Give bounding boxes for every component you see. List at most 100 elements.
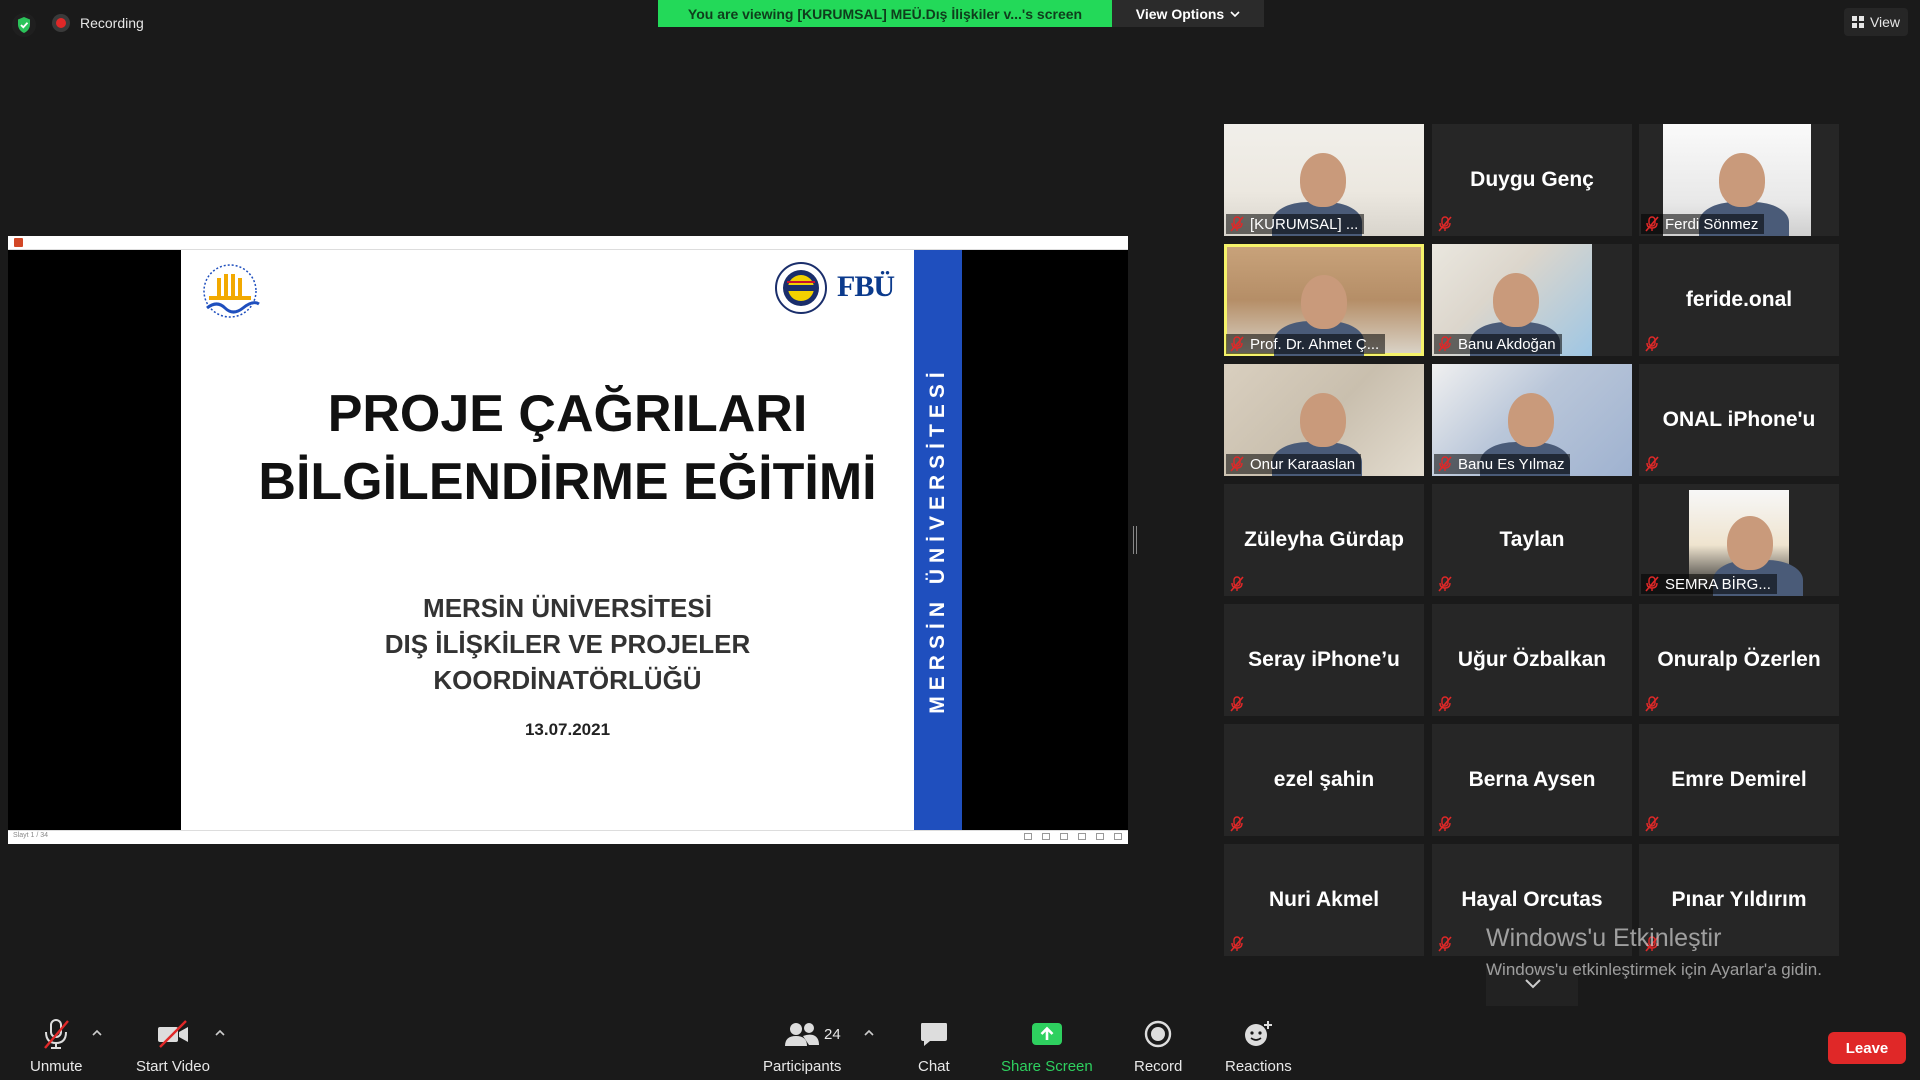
chat-button[interactable]: Chat — [918, 1016, 950, 1075]
participant-label: Banu Akdoğan — [1434, 334, 1562, 354]
leave-button[interactable]: Leave — [1828, 1032, 1906, 1064]
share-screen-button[interactable]: Share Screen — [1001, 1016, 1093, 1075]
mic-off-icon — [1645, 456, 1659, 472]
participant-tile[interactable]: SEMRA BİRG... — [1639, 484, 1839, 596]
participant-tile[interactable]: Onur Karaaslan — [1224, 364, 1424, 476]
participant-tile[interactable]: Duygu Genç — [1432, 124, 1632, 236]
view-layout-button[interactable]: View — [1844, 8, 1908, 36]
participant-label: [KURUMSAL] ... — [1226, 214, 1365, 234]
view-options-label: View Options — [1135, 5, 1225, 22]
presentation-control-icon[interactable] — [1096, 833, 1104, 840]
presentation-titlebar — [8, 236, 1128, 250]
participant-name: SEMRA BİRG... — [1665, 575, 1771, 593]
mic-off-icon — [1438, 456, 1452, 472]
participant-tile[interactable]: [KURUMSAL] ... — [1224, 124, 1424, 236]
camera-off-icon — [156, 1016, 190, 1052]
mic-off-icon — [1645, 696, 1659, 712]
mic-off-icon — [1438, 936, 1452, 952]
presentation-control-icon[interactable] — [1024, 833, 1032, 840]
participant-name: Hayal Orcutas — [1461, 888, 1603, 911]
participant-label: Banu Es Yılmaz — [1434, 454, 1571, 474]
grid-icon — [1851, 16, 1864, 28]
participant-name: Duygu Genç — [1470, 168, 1594, 191]
slide-date: 13.07.2021 — [524, 720, 611, 739]
participant-tile[interactable]: Ferdi Sönmez — [1639, 124, 1839, 236]
mic-off-icon — [1438, 216, 1452, 232]
start-video-label: Start Video — [136, 1058, 210, 1075]
participant-name: ezel şahin — [1273, 768, 1375, 791]
participant-name: Onur Karaaslan — [1250, 455, 1356, 473]
participant-name: Seray iPhone’u — [1248, 648, 1400, 671]
recording-indicator[interactable]: Recording — [52, 14, 144, 32]
security-shield-icon[interactable] — [12, 13, 36, 37]
participant-name: Ferdi Sönmez — [1665, 215, 1759, 233]
participant-name: Nuri Akmel — [1268, 888, 1380, 911]
participant-name: Berna Aysen — [1468, 768, 1596, 791]
chat-bubble-icon — [919, 1016, 949, 1052]
smiley-plus-icon — [1242, 1016, 1274, 1052]
presentation-control-icon[interactable] — [1078, 833, 1086, 840]
mic-off-icon — [1645, 576, 1659, 592]
view-button-label: View — [1869, 14, 1901, 30]
windows-activation-title: Windows'u Etkinleştir — [1486, 924, 1722, 952]
recording-label: Recording — [80, 15, 144, 31]
record-button[interactable]: Record — [1134, 1016, 1182, 1075]
mic-off-icon — [1230, 696, 1244, 712]
view-options-button[interactable]: View Options — [1112, 0, 1264, 27]
mic-off-icon — [1645, 336, 1659, 352]
participant-tile[interactable]: ONAL iPhone'u — [1639, 364, 1839, 476]
mic-off-icon — [1438, 576, 1452, 592]
presentation-control-icon[interactable] — [1060, 833, 1068, 840]
participant-tile[interactable]: Emre Demirel — [1639, 724, 1839, 836]
participant-name: Onuralp Özerlen — [1657, 648, 1821, 671]
share-arrow-icon — [1031, 1016, 1063, 1052]
presentation-controls — [1024, 833, 1122, 840]
unmute-button[interactable]: Unmute — [30, 1016, 83, 1075]
mic-off-icon — [1438, 696, 1452, 712]
participant-tile[interactable]: Uğur Özbalkan — [1432, 604, 1632, 716]
unmute-label: Unmute — [30, 1058, 83, 1075]
participant-tile[interactable]: Berna Aysen — [1432, 724, 1632, 836]
participant-tile[interactable]: Onuralp Özerlen — [1639, 604, 1839, 716]
participant-tile[interactable]: Taylan — [1432, 484, 1632, 596]
powerpoint-icon — [14, 238, 23, 247]
mic-off-icon — [1230, 576, 1244, 592]
audio-options-chevron-icon[interactable] — [91, 1029, 103, 1037]
participant-name: Banu Es Yılmaz — [1458, 455, 1565, 473]
mic-off-icon — [1438, 816, 1452, 832]
participant-name: Banu Akdoğan — [1458, 335, 1556, 353]
participant-tile[interactable]: Züleyha Gürdap — [1224, 484, 1424, 596]
participant-tile[interactable]: Prof. Dr. Ahmet Ç... — [1224, 244, 1424, 356]
chat-label: Chat — [918, 1058, 950, 1075]
mic-off-icon — [1645, 216, 1659, 232]
mic-off-icon — [1438, 336, 1452, 352]
mic-off-icon — [40, 1016, 72, 1052]
participants-options-chevron-icon[interactable] — [863, 1029, 875, 1037]
participant-name: feride.onal — [1685, 288, 1793, 311]
viewing-banner: You are viewing [KURUMSAL] MEÜ.Dış İlişk… — [658, 0, 1112, 27]
participants-button[interactable]: Participants — [763, 1016, 841, 1075]
participant-label: SEMRA BİRG... — [1641, 574, 1777, 594]
participant-tile[interactable]: Banu Es Yılmaz — [1432, 364, 1632, 476]
presentation-control-icon[interactable] — [1042, 833, 1050, 840]
share-screen-label: Share Screen — [1001, 1058, 1093, 1075]
participant-name: Prof. Dr. Ahmet Ç... — [1250, 335, 1380, 353]
split-view-handle[interactable] — [1133, 526, 1137, 554]
participant-name: Uğur Özbalkan — [1457, 648, 1607, 671]
participant-tile[interactable]: Seray iPhone’u — [1224, 604, 1424, 716]
video-options-chevron-icon[interactable] — [214, 1029, 226, 1037]
start-video-button[interactable]: Start Video — [136, 1016, 210, 1075]
slide-title: PROJE ÇAĞRILARI BİLGİLENDİRME EĞİTİMİ — [181, 380, 954, 516]
slide-org-line1: MERSİN ÜNİVERSİTESİ — [423, 593, 712, 623]
participant-name: Taylan — [1499, 528, 1565, 551]
fenerbahce-university-emblem — [775, 262, 827, 314]
slide-organization: MERSİN ÜNİVERSİTESİ DIŞ İLİŞKİLER VE PRO… — [181, 590, 954, 698]
participant-label: Ferdi Sönmez — [1641, 214, 1765, 234]
reactions-button[interactable]: Reactions — [1225, 1016, 1292, 1075]
participant-tile[interactable]: feride.onal — [1639, 244, 1839, 356]
participant-tile[interactable]: Banu Akdoğan — [1432, 244, 1632, 356]
participant-tile[interactable]: Nuri Akmel — [1224, 844, 1424, 956]
presentation-control-icon[interactable] — [1114, 833, 1122, 840]
participant-tile[interactable]: ezel şahin — [1224, 724, 1424, 836]
slide-area: FBÜ PROJE ÇAĞRILARI BİLGİLENDİRME EĞİTİM… — [8, 250, 1128, 830]
